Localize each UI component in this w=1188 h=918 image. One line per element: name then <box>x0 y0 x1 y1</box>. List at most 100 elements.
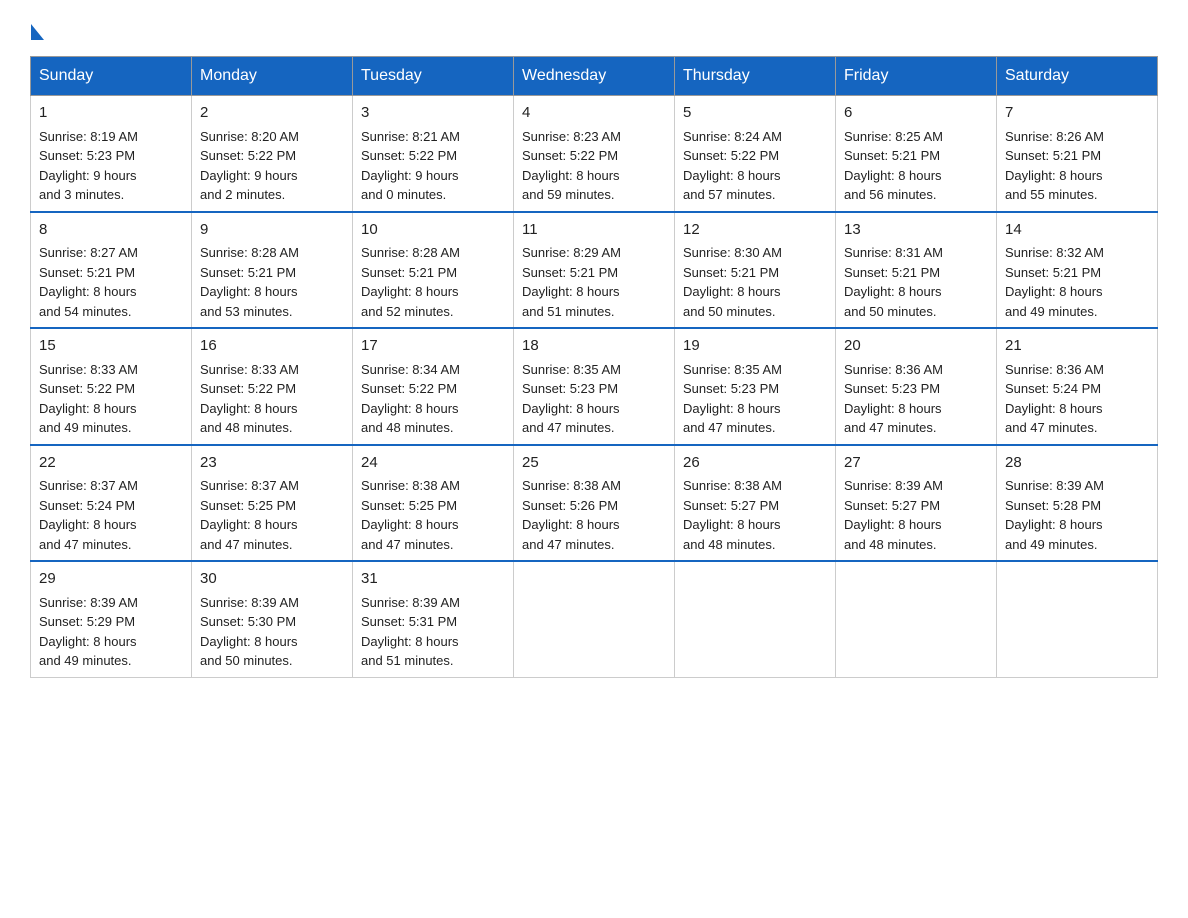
header-monday: Monday <box>192 57 353 96</box>
week-row-1: 1Sunrise: 8:19 AMSunset: 5:23 PMDaylight… <box>31 96 1158 212</box>
day-number: 25 <box>522 452 666 475</box>
week-row-2: 8Sunrise: 8:27 AMSunset: 5:21 PMDaylight… <box>31 212 1158 329</box>
calendar-cell: 25Sunrise: 8:38 AMSunset: 5:26 PMDayligh… <box>514 445 675 562</box>
day-info: Sunrise: 8:39 AMSunset: 5:30 PMDaylight:… <box>200 593 344 671</box>
day-number: 29 <box>39 568 183 591</box>
week-row-5: 29Sunrise: 8:39 AMSunset: 5:29 PMDayligh… <box>31 561 1158 677</box>
day-info: Sunrise: 8:19 AMSunset: 5:23 PMDaylight:… <box>39 127 183 205</box>
header-row: SundayMondayTuesdayWednesdayThursdayFrid… <box>31 57 1158 96</box>
calendar-cell: 8Sunrise: 8:27 AMSunset: 5:21 PMDaylight… <box>31 212 192 329</box>
calendar-cell: 28Sunrise: 8:39 AMSunset: 5:28 PMDayligh… <box>997 445 1158 562</box>
day-number: 26 <box>683 452 827 475</box>
day-info: Sunrise: 8:27 AMSunset: 5:21 PMDaylight:… <box>39 243 183 321</box>
day-info: Sunrise: 8:32 AMSunset: 5:21 PMDaylight:… <box>1005 243 1149 321</box>
header-thursday: Thursday <box>675 57 836 96</box>
day-number: 31 <box>361 568 505 591</box>
calendar-cell: 29Sunrise: 8:39 AMSunset: 5:29 PMDayligh… <box>31 561 192 677</box>
calendar-cell: 12Sunrise: 8:30 AMSunset: 5:21 PMDayligh… <box>675 212 836 329</box>
calendar-cell: 11Sunrise: 8:29 AMSunset: 5:21 PMDayligh… <box>514 212 675 329</box>
day-info: Sunrise: 8:35 AMSunset: 5:23 PMDaylight:… <box>683 360 827 438</box>
day-info: Sunrise: 8:29 AMSunset: 5:21 PMDaylight:… <box>522 243 666 321</box>
calendar-cell: 26Sunrise: 8:38 AMSunset: 5:27 PMDayligh… <box>675 445 836 562</box>
day-info: Sunrise: 8:38 AMSunset: 5:27 PMDaylight:… <box>683 476 827 554</box>
day-number: 10 <box>361 219 505 242</box>
day-info: Sunrise: 8:39 AMSunset: 5:31 PMDaylight:… <box>361 593 505 671</box>
header-tuesday: Tuesday <box>353 57 514 96</box>
calendar-cell: 20Sunrise: 8:36 AMSunset: 5:23 PMDayligh… <box>836 328 997 445</box>
calendar-cell: 1Sunrise: 8:19 AMSunset: 5:23 PMDaylight… <box>31 96 192 212</box>
day-number: 8 <box>39 219 183 242</box>
day-number: 27 <box>844 452 988 475</box>
calendar-cell <box>836 561 997 677</box>
calendar-cell: 2Sunrise: 8:20 AMSunset: 5:22 PMDaylight… <box>192 96 353 212</box>
day-info: Sunrise: 8:39 AMSunset: 5:27 PMDaylight:… <box>844 476 988 554</box>
calendar-cell: 9Sunrise: 8:28 AMSunset: 5:21 PMDaylight… <box>192 212 353 329</box>
calendar-cell: 24Sunrise: 8:38 AMSunset: 5:25 PMDayligh… <box>353 445 514 562</box>
calendar-cell: 19Sunrise: 8:35 AMSunset: 5:23 PMDayligh… <box>675 328 836 445</box>
day-number: 12 <box>683 219 827 242</box>
header-saturday: Saturday <box>997 57 1158 96</box>
day-info: Sunrise: 8:36 AMSunset: 5:24 PMDaylight:… <box>1005 360 1149 438</box>
day-number: 7 <box>1005 102 1149 125</box>
calendar-cell: 16Sunrise: 8:33 AMSunset: 5:22 PMDayligh… <box>192 328 353 445</box>
calendar-cell: 7Sunrise: 8:26 AMSunset: 5:21 PMDaylight… <box>997 96 1158 212</box>
calendar-cell: 30Sunrise: 8:39 AMSunset: 5:30 PMDayligh… <box>192 561 353 677</box>
day-info: Sunrise: 8:35 AMSunset: 5:23 PMDaylight:… <box>522 360 666 438</box>
day-info: Sunrise: 8:20 AMSunset: 5:22 PMDaylight:… <box>200 127 344 205</box>
calendar-cell: 15Sunrise: 8:33 AMSunset: 5:22 PMDayligh… <box>31 328 192 445</box>
day-info: Sunrise: 8:24 AMSunset: 5:22 PMDaylight:… <box>683 127 827 205</box>
day-number: 1 <box>39 102 183 125</box>
calendar-cell: 4Sunrise: 8:23 AMSunset: 5:22 PMDaylight… <box>514 96 675 212</box>
day-number: 15 <box>39 335 183 358</box>
day-number: 14 <box>1005 219 1149 242</box>
day-info: Sunrise: 8:38 AMSunset: 5:25 PMDaylight:… <box>361 476 505 554</box>
day-number: 5 <box>683 102 827 125</box>
calendar-cell: 6Sunrise: 8:25 AMSunset: 5:21 PMDaylight… <box>836 96 997 212</box>
calendar-cell: 31Sunrise: 8:39 AMSunset: 5:31 PMDayligh… <box>353 561 514 677</box>
header-wednesday: Wednesday <box>514 57 675 96</box>
day-info: Sunrise: 8:28 AMSunset: 5:21 PMDaylight:… <box>361 243 505 321</box>
day-info: Sunrise: 8:28 AMSunset: 5:21 PMDaylight:… <box>200 243 344 321</box>
day-number: 13 <box>844 219 988 242</box>
day-info: Sunrise: 8:38 AMSunset: 5:26 PMDaylight:… <box>522 476 666 554</box>
calendar-cell <box>514 561 675 677</box>
day-number: 28 <box>1005 452 1149 475</box>
day-number: 30 <box>200 568 344 591</box>
day-number: 6 <box>844 102 988 125</box>
calendar-cell <box>997 561 1158 677</box>
day-number: 2 <box>200 102 344 125</box>
day-number: 9 <box>200 219 344 242</box>
day-info: Sunrise: 8:21 AMSunset: 5:22 PMDaylight:… <box>361 127 505 205</box>
day-number: 4 <box>522 102 666 125</box>
logo <box>30 20 44 36</box>
day-number: 24 <box>361 452 505 475</box>
day-number: 22 <box>39 452 183 475</box>
day-number: 3 <box>361 102 505 125</box>
calendar-cell <box>675 561 836 677</box>
calendar-cell: 17Sunrise: 8:34 AMSunset: 5:22 PMDayligh… <box>353 328 514 445</box>
day-number: 17 <box>361 335 505 358</box>
day-number: 20 <box>844 335 988 358</box>
day-number: 23 <box>200 452 344 475</box>
day-info: Sunrise: 8:23 AMSunset: 5:22 PMDaylight:… <box>522 127 666 205</box>
day-info: Sunrise: 8:37 AMSunset: 5:25 PMDaylight:… <box>200 476 344 554</box>
header-sunday: Sunday <box>31 57 192 96</box>
day-number: 18 <box>522 335 666 358</box>
calendar-cell: 23Sunrise: 8:37 AMSunset: 5:25 PMDayligh… <box>192 445 353 562</box>
day-number: 21 <box>1005 335 1149 358</box>
day-number: 19 <box>683 335 827 358</box>
week-row-4: 22Sunrise: 8:37 AMSunset: 5:24 PMDayligh… <box>31 445 1158 562</box>
week-row-3: 15 Sunrise: 8:33 AMSunset: 5:22 PMDayligh… <box>31 328 1158 445</box>
day-info: Sunrise: 8:39 AMSunset: 5:28 PMDaylight:… <box>1005 476 1149 554</box>
day-info: Sunrise: 8:25 AMSunset: 5:21 PMDaylight:… <box>844 127 988 205</box>
day-number: 16 <box>200 335 344 358</box>
header-friday: Friday <box>836 57 997 96</box>
page-header <box>30 20 1158 36</box>
day-info: Sunrise: 8:33 AMSunset: 5:22 PMDaylight:… <box>200 360 344 438</box>
calendar-cell: 22Sunrise: 8:37 AMSunset: 5:24 PMDayligh… <box>31 445 192 562</box>
day-info: Sunrise: 8:34 AMSunset: 5:22 PMDaylight:… <box>361 360 505 438</box>
calendar-cell: 13Sunrise: 8:31 AMSunset: 5:21 PMDayligh… <box>836 212 997 329</box>
day-info: Sunrise: 8:39 AMSunset: 5:29 PMDaylight:… <box>39 593 183 671</box>
day-info: Sunrise: 8:31 AMSunset: 5:21 PMDaylight:… <box>844 243 988 321</box>
logo-arrow-icon <box>31 24 44 40</box>
